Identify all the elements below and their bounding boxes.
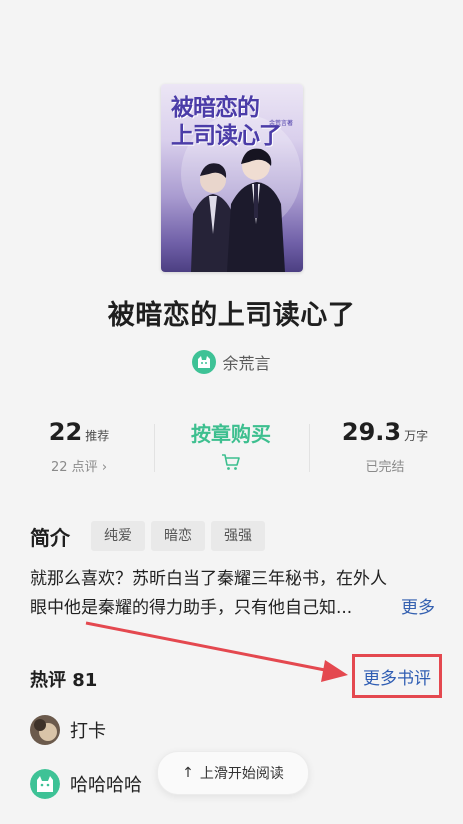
- more-reviews-label: 更多书评: [363, 668, 431, 689]
- start-reading-button[interactable]: ↑ 上滑开始阅读: [157, 751, 309, 795]
- cat-avatar-icon: [198, 356, 211, 368]
- stat-words: 29.3 万字 已完结: [310, 418, 460, 475]
- book-title: 被暗恋的上司读心了: [107, 300, 356, 331]
- stat-recommend[interactable]: 22 推荐 22 点评 ›: [4, 418, 154, 475]
- word-count: 29.3: [341, 418, 402, 446]
- completion-status: 已完结: [365, 460, 405, 475]
- reviews-count-label: 22 点评: [50, 460, 98, 475]
- author-row[interactable]: 余荒言: [0, 350, 463, 374]
- reviews-link[interactable]: 22 点评 ›: [4, 456, 154, 475]
- recommend-unit: 推荐: [85, 429, 110, 443]
- intro-line2: 眼中他是秦耀的得力助手，只有他自己知...: [30, 598, 353, 618]
- tag-list: 纯爱 暗恋 强强: [91, 521, 265, 551]
- tag-chip[interactable]: 强强: [211, 521, 265, 551]
- intro-line1: 就那么喜欢？苏昕白当了秦耀三年秘书，在外人: [30, 569, 387, 589]
- recommend-count: 22: [48, 418, 83, 446]
- word-unit: 万字: [404, 429, 429, 443]
- author-avatar: [192, 350, 217, 374]
- intro-heading: 简介: [30, 526, 70, 550]
- cover-author: 余荒言著: [269, 120, 294, 127]
- review-text: 哈哈哈哈: [70, 775, 142, 796]
- stats-bar: 22 推荐 22 点评 › 按章购买 29.3 万字 已完结: [0, 418, 463, 480]
- review-text: 打卡: [70, 721, 106, 742]
- book-cover[interactable]: 被暗恋的 上司读心了 余荒言著: [161, 84, 303, 272]
- intro-text[interactable]: 就那么喜欢？苏昕白当了秦耀三年秘书，在外人 眼中他是秦耀的得力助手，只有他自己知…: [30, 565, 444, 623]
- user-avatar: [30, 715, 60, 745]
- review-item[interactable]: 打卡: [30, 715, 106, 745]
- tag-chip[interactable]: 暗恋: [151, 521, 205, 551]
- start-reading-label: 上滑开始阅读: [199, 766, 284, 782]
- intro-more-link[interactable]: 更多: [401, 594, 435, 623]
- author-name: 余荒言: [222, 354, 271, 373]
- buy-by-chapter-button[interactable]: 按章购买: [156, 418, 306, 475]
- divider: [309, 424, 310, 472]
- more-reviews-button[interactable]: 更多书评: [352, 654, 442, 698]
- user-avatar: [30, 769, 60, 799]
- buy-label: 按章购买: [191, 422, 271, 446]
- review-item[interactable]: 哈哈哈哈: [30, 769, 142, 799]
- tag-chip[interactable]: 纯爱: [91, 521, 145, 551]
- chevron-right-icon: ›: [101, 460, 108, 475]
- cart-icon: [222, 454, 240, 470]
- arrow-up-icon: ↑: [182, 765, 194, 781]
- hot-reviews-title: 热评 81: [30, 670, 98, 691]
- divider: [154, 424, 155, 472]
